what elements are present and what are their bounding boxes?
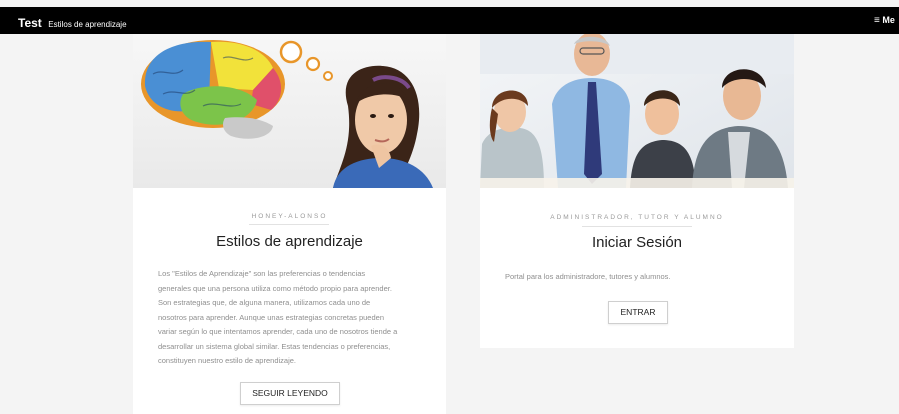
description-line: variar según lo que intentamos aprender,… — [158, 327, 398, 336]
login-image — [480, 34, 794, 188]
brain-woman-illustration — [133, 34, 446, 188]
brand[interactable]: Test Estilos de aprendizaje — [18, 14, 127, 32]
card-description: Los "Estilos de Aprendizaje" son las pre… — [158, 267, 428, 369]
description-line: Son estrategias que, de alguna manera, u… — [158, 298, 371, 307]
description-line: desarrollar un sistema global similar. E… — [158, 341, 391, 351]
description-line: constituyen nuestro estilo de aprendizaj… — [158, 356, 297, 365]
menu-label: Me — [882, 15, 895, 25]
learning-styles-card: HONEY-ALONSO Estilos de aprendizaje Los … — [133, 34, 446, 414]
card-eyebrow: ADMINISTRADOR, TUTOR Y ALUMNO — [550, 214, 724, 221]
login-card: ADMINISTRADOR, TUTOR Y ALUMNO Iniciar Se… — [480, 34, 794, 348]
card-title: Iniciar Sesión — [591, 234, 683, 251]
description-line: nosotros para aprender. Aunque unas estr… — [158, 312, 384, 322]
description-line: generales que una persona utiliza como m… — [158, 283, 392, 293]
brand-subtitle[interactable]: Estilos de aprendizaje — [48, 20, 126, 29]
hamburger-icon: ≡ — [874, 15, 880, 26]
description-line: Los "Estilos de Aprendizaje" son las pre… — [158, 269, 366, 278]
card-eyebrow: HONEY-ALONSO — [251, 213, 328, 220]
teacher-students-photo — [480, 34, 794, 188]
menu-button[interactable]: ≡ Me — [874, 15, 895, 26]
read-more-button[interactable]: SEGUIR LEYENDO — [240, 382, 340, 405]
login-button[interactable]: ENTRAR — [608, 301, 668, 324]
card-description: Portal para los administradore, tutores … — [505, 272, 671, 281]
card-title: Estilos de aprendizaje — [216, 233, 363, 250]
divider — [582, 226, 692, 227]
brand-name[interactable]: Test — [18, 16, 42, 30]
top-navbar: Test Estilos de aprendizaje ≡ Me — [0, 7, 899, 34]
learning-styles-image — [133, 34, 446, 188]
divider — [249, 224, 329, 225]
